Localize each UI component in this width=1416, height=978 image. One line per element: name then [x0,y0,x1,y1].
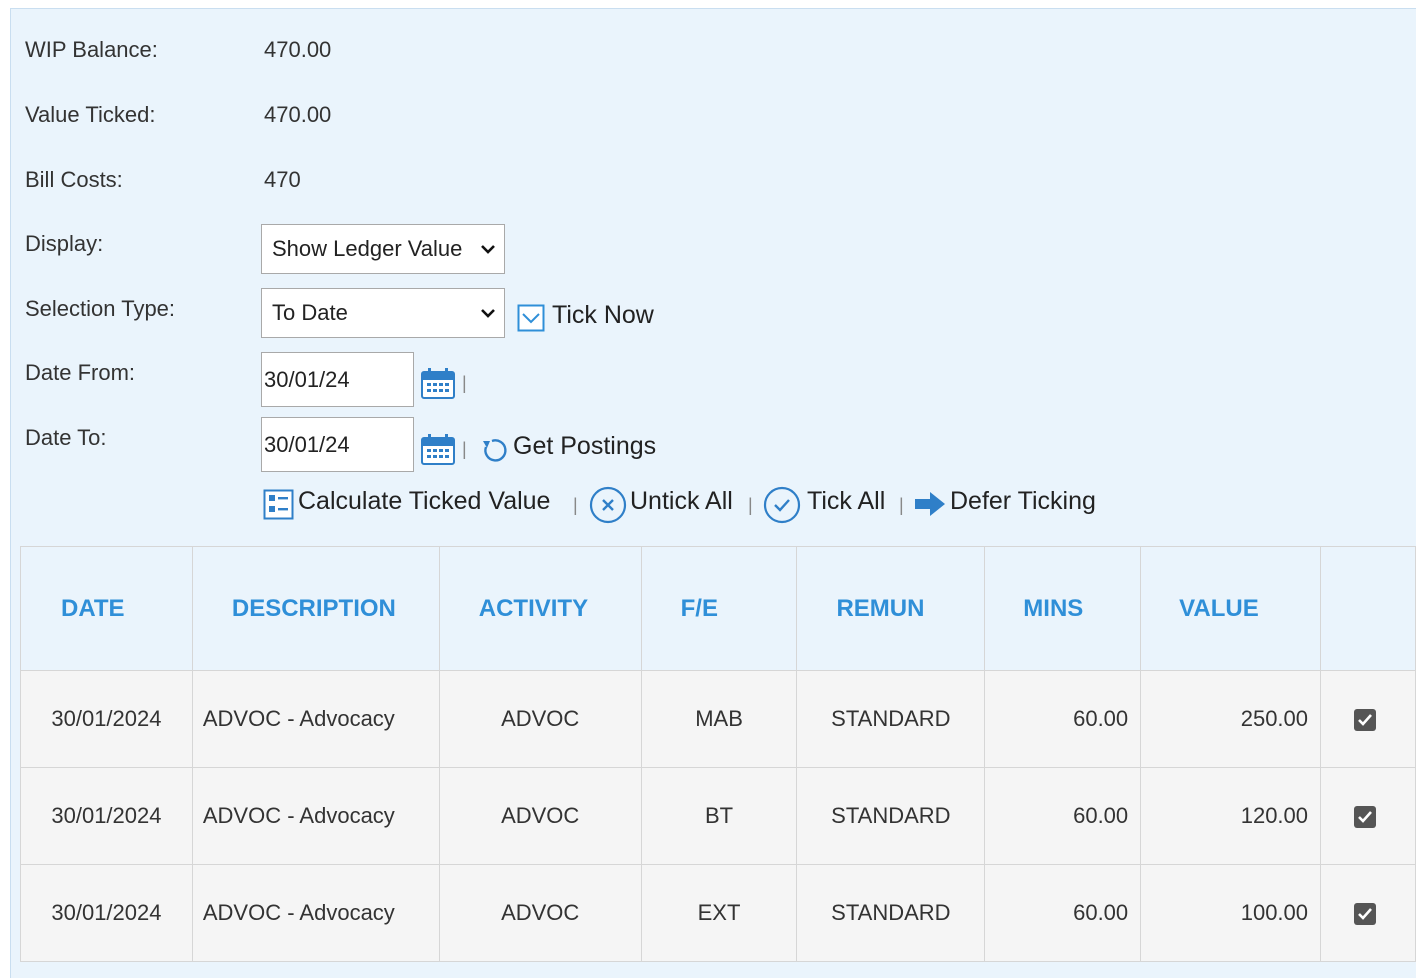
untick-all-icon[interactable] [589,486,627,524]
defer-ticking-button[interactable]: Defer Ticking [950,487,1096,516]
cell-tick [1320,670,1416,768]
cell-remun: STANDARD [796,670,986,768]
column-header-remun[interactable]: REMUN [796,546,986,671]
column-header-description[interactable]: DESCRIPTION [191,546,440,671]
calculator-icon[interactable] [263,489,294,520]
selection-type-label: Selection Type: [25,296,176,321]
column-header-activity[interactable]: ACTIVITY [438,546,642,671]
table-row[interactable]: 30/01/2024 ADVOC - Advocacy ADVOC EXT ST… [20,864,1416,962]
tick-all-button[interactable]: Tick All [807,487,885,516]
separator: | [748,495,753,515]
wip-balance-label: WIP Balance: [25,37,158,62]
column-header-tick [1320,546,1416,671]
selection-type-value: To Date [272,300,348,325]
table-row[interactable]: 30/01/2024 ADVOC - Advocacy ADVOC MAB ST… [20,670,1416,768]
tick-now-label[interactable]: Tick Now [552,301,654,330]
cell-remun: STANDARD [796,767,986,865]
cell-date: 30/01/2024 [20,767,193,865]
row-checkbox[interactable] [1354,806,1377,829]
get-postings-button[interactable]: Get Postings [513,432,656,461]
date-from-label: Date From: [25,360,136,385]
postings-table: DATE DESCRIPTION ACTIVITY F/E REMUN MINS… [20,546,1416,962]
bill-costs-value: 470 [264,167,301,192]
date-from-input[interactable]: 30/01/24 [261,352,414,407]
cell-tick [1320,767,1416,865]
chevron-down-icon [481,245,495,254]
checkmark-icon [1358,908,1372,921]
tick-all-icon[interactable] [763,486,801,524]
calculate-ticked-value-button[interactable]: Calculate Ticked Value [298,487,550,516]
cell-mins: 60.00 [984,767,1142,865]
cell-value: 120.00 [1140,767,1322,865]
cell-activity: ADVOC [438,864,642,962]
calendar-icon[interactable] [421,433,455,465]
display-select-value: Show Ledger Value [272,236,463,261]
cell-fe: MAB [640,670,798,768]
display-select[interactable]: Show Ledger Value [261,224,505,274]
value-ticked-value: 470.00 [264,102,332,127]
bill-costs-label: Bill Costs: [25,167,123,192]
column-header-value[interactable]: VALUE [1140,546,1322,671]
column-header-mins[interactable]: MINS [984,546,1142,671]
checkmark-icon [1358,811,1372,824]
row-checkbox[interactable] [1354,903,1377,926]
cell-value: 100.00 [1140,864,1322,962]
row-checkbox[interactable] [1354,709,1377,732]
arrow-right-icon[interactable] [914,491,946,517]
cell-description: ADVOC - Advocacy [191,864,440,962]
refresh-icon[interactable] [480,437,508,465]
tick-now-checkbox-icon[interactable] [517,304,545,332]
cell-activity: ADVOC [438,767,642,865]
cell-tick [1320,864,1416,962]
calendar-icon[interactable] [421,367,455,399]
separator: | [462,373,467,393]
separator: | [899,495,904,515]
cell-remun: STANDARD [796,864,986,962]
chevron-down-icon [481,309,495,318]
cell-description: ADVOC - Advocacy [191,767,440,865]
date-to-input[interactable]: 30/01/24 [261,417,414,472]
column-header-fe[interactable]: F/E [640,546,798,671]
cell-description: ADVOC - Advocacy [191,670,440,768]
cell-value: 250.00 [1140,670,1322,768]
date-to-label: Date To: [25,425,107,450]
column-header-date[interactable]: DATE [20,546,193,671]
display-label: Display: [25,231,104,256]
cell-mins: 60.00 [984,670,1142,768]
untick-all-button[interactable]: Untick All [630,487,733,516]
cell-date: 30/01/2024 [20,670,193,768]
cell-activity: ADVOC [438,670,642,768]
cell-date: 30/01/2024 [20,864,193,962]
separator: | [462,439,467,459]
table-row[interactable]: 30/01/2024 ADVOC - Advocacy ADVOC BT STA… [20,767,1416,865]
cell-fe: BT [640,767,798,865]
cell-mins: 60.00 [984,864,1142,962]
checkmark-icon [1358,714,1372,727]
selection-type-select[interactable]: To Date [261,288,505,338]
wip-balance-value: 470.00 [264,37,332,62]
value-ticked-label: Value Ticked: [25,102,156,127]
separator: | [573,495,578,515]
table-header-row: DATE DESCRIPTION ACTIVITY F/E REMUN MINS… [20,546,1416,671]
cell-fe: EXT [640,864,798,962]
